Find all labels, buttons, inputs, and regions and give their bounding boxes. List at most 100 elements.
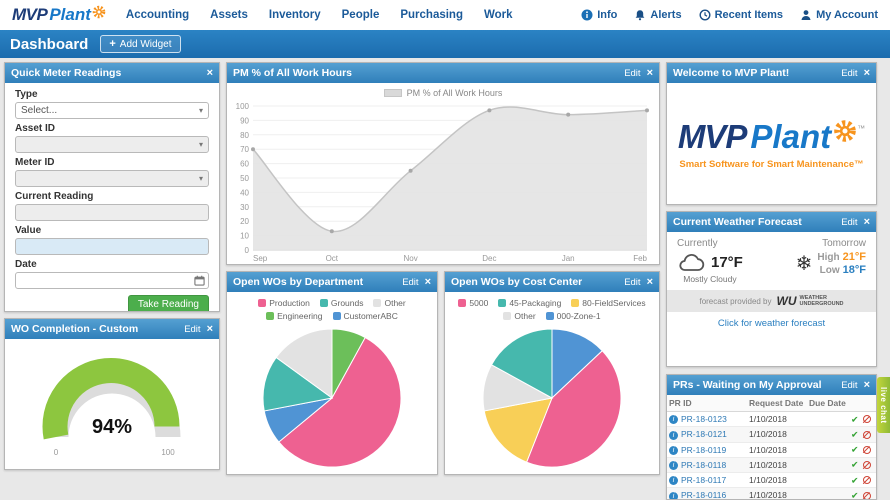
legend-swatch: [498, 298, 507, 307]
legend-item: CustomerABC: [332, 310, 398, 321]
approve-icon[interactable]: ✔: [851, 475, 859, 485]
nav-info[interactable]: Info: [581, 9, 617, 21]
svg-text:100: 100: [236, 102, 250, 111]
open-wos-department-panel: Open WOs by Department Edit × Production…: [226, 271, 438, 475]
meter-id-select[interactable]: ▾: [15, 170, 209, 187]
edit-link[interactable]: Edit: [841, 217, 857, 228]
col-request-date: Request Date: [747, 395, 807, 412]
info-icon[interactable]: i: [669, 476, 678, 486]
weather-panel: Current Weather Forecast Edit × Currentl…: [666, 211, 877, 367]
approve-icon[interactable]: ✔: [851, 460, 859, 470]
legend-label: Production: [269, 297, 310, 308]
tomorrow-label: Tomorrow: [822, 238, 866, 249]
legend-item: 5000: [458, 297, 488, 308]
close-icon[interactable]: ×: [207, 67, 213, 79]
nav-item-people[interactable]: People: [342, 9, 380, 21]
close-icon[interactable]: ×: [864, 216, 870, 228]
type-select[interactable]: Select... ▾: [15, 102, 209, 119]
close-icon[interactable]: ×: [647, 276, 653, 288]
gear-icon: [834, 119, 856, 142]
info-icon[interactable]: i: [669, 415, 678, 425]
deny-icon[interactable]: [862, 415, 871, 424]
pr-link[interactable]: PR-18-0116: [681, 490, 726, 499]
logo-plant-text: Plant: [750, 117, 832, 155]
close-icon[interactable]: ×: [425, 276, 431, 288]
provider-name: WEATHER UNDERGROUND: [800, 295, 844, 307]
edit-link[interactable]: Edit: [841, 380, 857, 391]
info-icon[interactable]: i: [669, 461, 678, 470]
close-icon[interactable]: ×: [207, 323, 213, 335]
svg-text:Jan: Jan: [562, 254, 575, 263]
add-widget-button[interactable]: + Add Widget: [100, 35, 181, 53]
panel-title: PRs - Waiting on My Approval: [673, 379, 822, 391]
edit-link[interactable]: Edit: [402, 277, 418, 288]
date-label: Date: [15, 259, 37, 270]
nav-item-purchasing[interactable]: Purchasing: [400, 9, 463, 21]
legend-label: 45-Packaging: [509, 297, 562, 308]
pie-legend: 5000 45-Packaging 80-FieldServices Other 000…: [445, 292, 659, 322]
deny-icon[interactable]: [862, 430, 871, 439]
value-input[interactable]: [15, 238, 209, 255]
approve-icon[interactable]: ✔: [851, 490, 859, 499]
nav-my-account[interactable]: My Account: [800, 9, 878, 21]
gauge-chart: 94% 0 100: [5, 339, 219, 466]
legend-label: Other: [514, 310, 536, 321]
nav-item-work[interactable]: Work: [484, 9, 513, 21]
deny-icon[interactable]: [862, 476, 871, 485]
deny-icon[interactable]: [862, 491, 871, 499]
weather-forecast-link[interactable]: Click for weather forecast: [667, 318, 876, 329]
approve-icon[interactable]: ✔: [851, 429, 859, 439]
nav-recent-items[interactable]: Recent Items: [699, 9, 783, 21]
pr-link[interactable]: PR-18-0119: [681, 445, 726, 455]
edit-link[interactable]: Edit: [184, 324, 200, 335]
svg-text:80: 80: [240, 131, 249, 140]
col-pr-id: PR ID: [667, 395, 747, 412]
pm-chart-body: PM % of All Work Hours 0 10 20 30 40 50 60 70 80…: [227, 83, 659, 264]
pr-row: i PR-18-0121 1/10/2018 ✔: [667, 426, 876, 443]
pr-link[interactable]: PR-18-0121: [681, 429, 727, 439]
nav-item-inventory[interactable]: Inventory: [269, 9, 321, 21]
weather-body: Currently Tomorrow 17°F Mostly Cloudy ❄ …: [667, 232, 876, 329]
low-temp: 18°F: [842, 264, 866, 276]
legend-label: 80-FieldServices: [582, 297, 646, 308]
live-chat-tab[interactable]: live chat: [877, 377, 890, 433]
svg-text:Oct: Oct: [326, 254, 339, 263]
deny-icon[interactable]: [862, 445, 871, 454]
legend-swatch: [266, 311, 275, 320]
pr-link[interactable]: PR-18-0117: [681, 475, 726, 485]
asset-id-select[interactable]: ▾: [15, 136, 209, 153]
person-icon: [801, 10, 811, 20]
date-input[interactable]: [15, 272, 209, 289]
pm-area-chart: 0 10 20 30 40 50 60 70 80 90 100 Sep Oct Nov Dec Jan Feb: [236, 102, 649, 263]
info-icon[interactable]: i: [669, 430, 678, 440]
pr-link[interactable]: PR-18-0123: [681, 414, 727, 424]
legend-item: Engineering: [266, 310, 323, 321]
edit-link[interactable]: Edit: [624, 68, 640, 79]
close-icon[interactable]: ×: [864, 67, 870, 79]
current-reading-input[interactable]: [15, 204, 209, 221]
pr-link[interactable]: PR-18-0118: [681, 460, 726, 470]
info-icon[interactable]: i: [669, 445, 678, 455]
panel-title: WO Completion - Custom: [11, 323, 139, 335]
svg-text:Nov: Nov: [403, 254, 417, 263]
approve-icon[interactable]: ✔: [851, 444, 859, 454]
edit-link[interactable]: Edit: [624, 277, 640, 288]
legend-item: 80-FieldServices: [571, 297, 646, 308]
nav-item-assets[interactable]: Assets: [210, 9, 248, 21]
actions-cell: ✔: [849, 487, 876, 499]
deny-icon[interactable]: [862, 461, 871, 469]
nav-alerts[interactable]: Alerts: [634, 9, 682, 21]
nav-item-accounting[interactable]: Accounting: [126, 9, 189, 21]
close-icon[interactable]: ×: [647, 67, 653, 79]
app-logo[interactable]: MVP Plant: [12, 5, 106, 25]
request-date-cell: 1/10/2018: [747, 472, 807, 489]
chevron-down-icon: ▾: [198, 106, 203, 115]
svg-text:40: 40: [240, 188, 249, 197]
calendar-icon[interactable]: [194, 275, 205, 286]
take-reading-button[interactable]: Take Reading: [127, 295, 209, 311]
close-icon[interactable]: ×: [864, 379, 870, 391]
approve-icon[interactable]: ✔: [851, 414, 859, 424]
info-icon[interactable]: i: [669, 491, 678, 499]
edit-link[interactable]: Edit: [841, 68, 857, 79]
logo-mvp-text: MVP: [677, 117, 748, 155]
